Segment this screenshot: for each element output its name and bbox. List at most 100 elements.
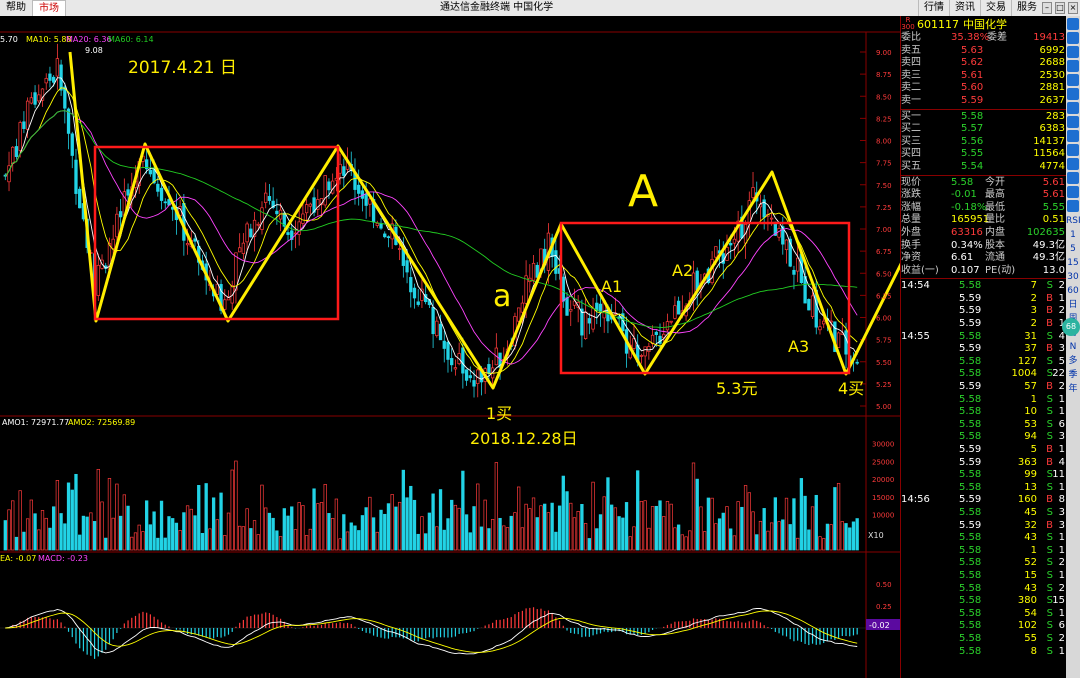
toolbar-tool-icon[interactable] [1067,130,1079,142]
ask-label: 卖五 [901,44,921,56]
volume-bar [546,512,551,551]
tick-volume: 7 [1030,280,1037,292]
chart-area[interactable]: 2017.4.21 日2018.12.28日1买4买aAbA1A2A35.3元 … [0,16,900,678]
toolbar-tool-icon[interactable] [1067,18,1079,30]
sidebar-period-item[interactable]: 1 [1066,228,1080,242]
volume-bar [606,477,610,551]
stat-value: 6.61 [951,252,974,264]
volume-bar [751,511,755,551]
toolbar-tool-icon[interactable] [1067,74,1079,86]
candle-body [836,332,841,348]
volume-bar [397,501,402,551]
stat-value: -0.01 [951,189,977,201]
nav-news[interactable]: 资讯 [949,0,980,16]
sidebar-period-item[interactable]: 15 [1066,256,1080,270]
stat-value: 165951 [951,214,990,226]
quote-row: 现价 5.58 今开 5.61 [901,177,1067,190]
tick-price: 5.58 [959,645,982,657]
candle-body [11,146,15,165]
sidebar-period-item[interactable]: 30 [1066,270,1080,284]
stock-badge-icon: R 300 [901,16,915,31]
volume-bar [152,511,156,551]
volume-bar [673,527,677,551]
sidebar-period-item[interactable]: 年 [1066,382,1080,396]
candle-body [286,232,290,235]
toolbar-tool-icon[interactable] [1067,200,1079,212]
segment-A2-label: A2 [672,261,693,280]
candle-body [643,346,647,357]
tick-volume: 363 [1017,456,1037,468]
toolbar-tool-icon[interactable] [1067,186,1079,198]
volume-bar [740,506,744,551]
candle-body [714,246,718,258]
candle-body [156,183,160,192]
toolbar-tool-icon[interactable] [1067,172,1079,184]
volume-bar [115,483,119,551]
volume-bar [104,537,108,551]
tick-side: S [1046,506,1053,518]
tick-count: 4 [1058,456,1065,468]
bid-price: 5.57 [961,123,984,135]
candle-body [524,275,528,304]
toolbar-tool-icon[interactable] [1067,144,1079,156]
candle-body [416,301,420,305]
maximize-icon[interactable]: □ [1055,2,1065,14]
volume-bar [52,506,56,551]
nav-quotes[interactable]: 行情 [918,0,949,16]
stat-label: 涨跌 [901,189,921,201]
floating-badge[interactable]: 68 [1062,318,1080,336]
tick-count: 2 [1058,557,1065,569]
candle-body [446,341,450,360]
price-note: 5.3元 [716,379,757,398]
candle-body [44,78,48,84]
volume-bar [174,522,179,551]
nav-service[interactable]: 服务 [1011,0,1042,16]
volume-bar [643,500,647,551]
toolbar-tool-icon[interactable] [1067,158,1079,170]
nav-trade[interactable]: 交易 [980,0,1011,16]
minimize-icon[interactable]: – [1042,2,1052,14]
volume-bar [412,499,417,551]
tick-volume: 15 [1024,569,1037,581]
toolbar-tool-icon[interactable] [1067,116,1079,128]
volume-bar [502,525,506,551]
toolbar-tool-icon[interactable] [1067,60,1079,72]
close-icon[interactable]: × [1068,2,1078,14]
sidebar-period-item[interactable]: 5 [1066,242,1080,256]
menu-help[interactable]: 帮助 [0,0,32,16]
volume-bar [855,518,859,551]
volume-bar [107,478,112,551]
stock-name: 中国化学 [963,18,1007,31]
top-nav: 行情 资讯 交易 服务 [918,0,1042,16]
volume-bar [245,508,249,551]
price-axis-label: 8.25 [876,115,892,123]
volume-bar [829,524,833,551]
sidebar-period-item[interactable]: 多 [1066,354,1080,368]
volume-bar [133,532,138,551]
tick-side: B [1046,305,1053,317]
volume-bar [286,515,290,551]
menu-market[interactable]: 市场 [32,0,66,16]
toolbar-tool-icon[interactable] [1067,88,1079,100]
price-axis-label: 5.00 [876,403,892,411]
sidebar-period-item[interactable]: 60 [1066,284,1080,298]
quote-row: 买五 5.54 4774 [901,161,1067,174]
toolbar-tool-icon[interactable] [1067,102,1079,114]
sidebar-period-item[interactable]: RSI [1066,214,1080,228]
tick-price: 5.58 [959,406,982,418]
sidebar-period-item[interactable]: 季 [1066,368,1080,382]
stat-label: 最高 [985,189,1005,201]
volume-bar [215,519,219,551]
sidebar-period-item[interactable]: 日 [1066,298,1080,312]
sidebar-period-item[interactable]: N [1066,340,1080,354]
bid-volume: 4774 [1039,160,1065,172]
quote-header: R 300 601117 中国化学 [901,16,1067,32]
toolbar-tool-icon[interactable] [1067,32,1079,44]
quote-row: 5.58 99 S 11 [901,469,1067,482]
toolbar-tool-icon[interactable] [1067,46,1079,58]
volume-bar [695,478,699,551]
stat-value: 0.51 [1042,214,1065,226]
price-axis-label: 7.50 [876,182,892,190]
volume-bar [721,512,725,551]
volume-bar [260,484,264,551]
